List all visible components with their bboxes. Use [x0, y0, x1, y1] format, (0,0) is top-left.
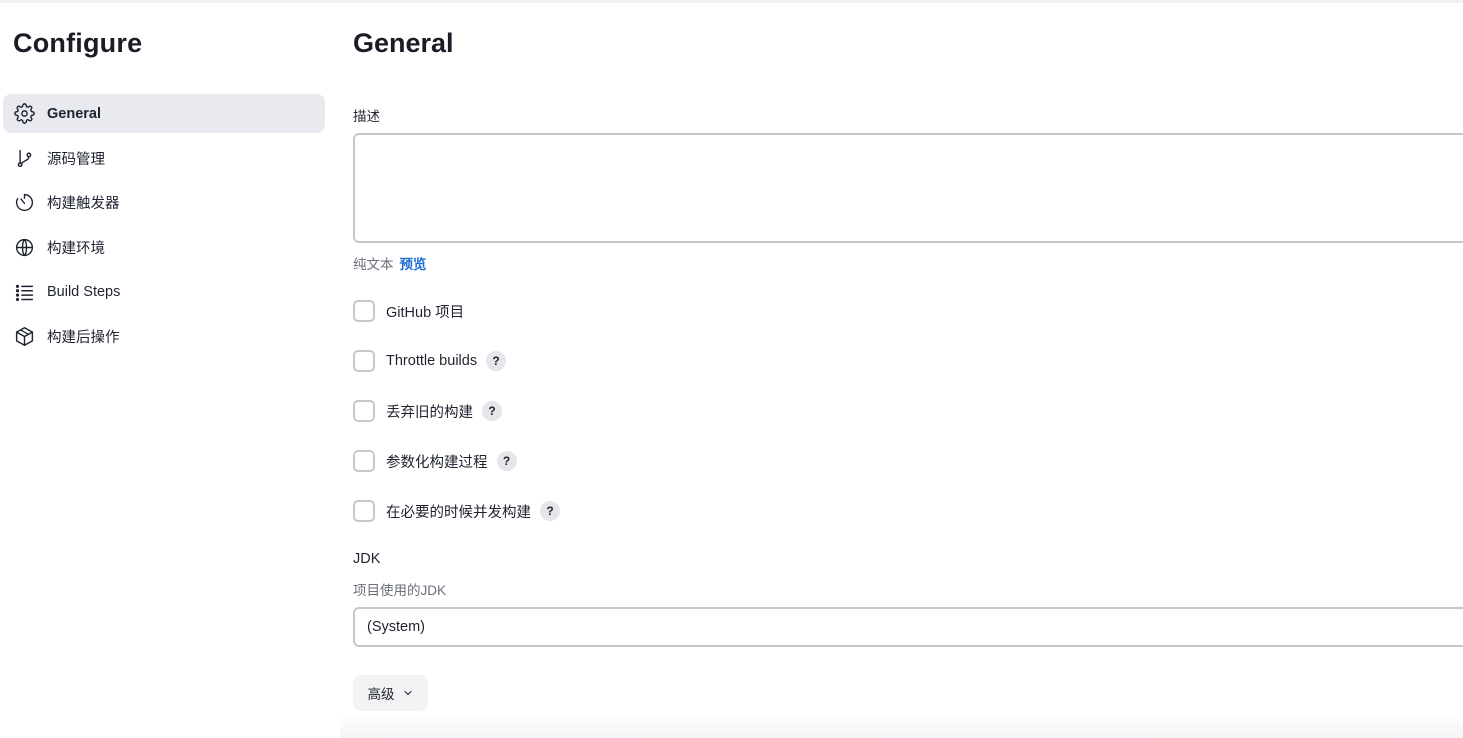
- list-icon: [13, 281, 35, 303]
- help-icon[interactable]: ?: [540, 501, 560, 521]
- option-label: 参数化构建过程: [386, 454, 488, 471]
- sidebar-item-build-steps[interactable]: Build Steps: [3, 273, 325, 312]
- sidebar-item-label: 构建环境: [47, 241, 105, 258]
- throttle-builds-checkbox[interactable]: [353, 350, 375, 372]
- description-format-links: 纯文本 预览: [353, 253, 427, 273]
- jdk-label: JDK: [353, 551, 381, 567]
- discard-old-builds-checkbox[interactable]: [353, 400, 375, 422]
- help-icon[interactable]: ?: [486, 351, 507, 371]
- preview-link[interactable]: 预览: [400, 257, 427, 272]
- parameterized-build-checkbox[interactable]: [353, 450, 375, 472]
- advanced-button-label: 高级: [367, 687, 395, 702]
- option-discard-old-builds: 丢弃旧的构建 ?: [353, 399, 502, 423]
- sidebar-item-label: General: [47, 105, 101, 122]
- jdk-select[interactable]: (System): [353, 607, 1463, 647]
- plain-text-label: 纯文本: [353, 257, 394, 272]
- option-label: Throttle builds: [386, 353, 478, 369]
- sidebar-item-label: 构建后操作: [47, 330, 120, 347]
- sidebar-item-label: Build Steps: [47, 284, 121, 301]
- concurrent-builds-checkbox[interactable]: [353, 500, 375, 522]
- description-label: 描述: [353, 109, 380, 124]
- chevron-down-icon: [404, 691, 411, 695]
- sidebar-item-label: 源码管理: [47, 151, 105, 168]
- package-icon: [13, 326, 35, 348]
- option-concurrent-builds: 在必要的时候并发构建 ?: [353, 499, 560, 523]
- option-label: GitHub 项目: [386, 304, 465, 321]
- main-content: General 描述 纯文本 预览 GitHub 项目 Throttle buil…: [353, 0, 1463, 738]
- option-parameterized-build: 参数化构建过程 ?: [353, 449, 517, 473]
- timer-icon: [13, 192, 35, 214]
- option-github-project: GitHub 项目: [353, 299, 464, 323]
- option-label: 丢弃旧的构建: [386, 404, 473, 421]
- bottom-app-bar-shadow: [340, 714, 1463, 738]
- sidebar-item-build-triggers[interactable]: 构建触发器: [3, 183, 325, 222]
- sidebar-item-source-control[interactable]: 源码管理: [3, 139, 325, 178]
- sidebar-item-label: 构建触发器: [47, 196, 120, 213]
- branch-icon: [13, 147, 35, 169]
- help-icon[interactable]: ?: [496, 451, 517, 471]
- page-title: General: [353, 28, 454, 58]
- option-throttle-builds: Throttle builds ?: [353, 349, 507, 373]
- sidebar-item-build-environment[interactable]: 构建环境: [3, 228, 325, 267]
- gear-icon: [13, 103, 35, 125]
- help-icon[interactable]: ?: [482, 401, 502, 421]
- globe-icon: [13, 237, 35, 259]
- github-project-checkbox[interactable]: [353, 300, 375, 322]
- sidebar: Configure General 源码管理 构建触发器 构建环境 Build …: [0, 0, 340, 738]
- description-textarea[interactable]: [353, 133, 1463, 243]
- sidebar-item-general[interactable]: General: [3, 94, 325, 133]
- sidebar-nav: General 源码管理 构建触发器 构建环境 Build Steps 构建后操…: [3, 94, 325, 362]
- jdk-help-text: 项目使用的JDK: [353, 583, 447, 598]
- option-label: 在必要的时候并发构建: [386, 504, 531, 521]
- advanced-button[interactable]: 高级: [353, 675, 428, 711]
- sidebar-title: Configure: [13, 28, 143, 58]
- sidebar-item-post-build[interactable]: 构建后操作: [3, 317, 325, 356]
